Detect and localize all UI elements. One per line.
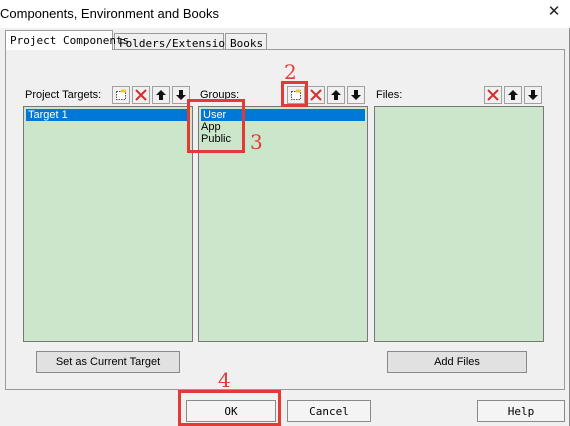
annotation-number: 3 [250, 130, 263, 154]
add-files-button[interactable]: Add Files [387, 351, 527, 373]
tab-project-components[interactable]: Project Components [5, 30, 129, 50]
ok-button[interactable]: OK [186, 400, 276, 422]
new-target-button[interactable] [112, 86, 130, 104]
targets-label: Project Targets: [25, 89, 102, 101]
delete-file-button[interactable] [484, 86, 502, 104]
window-title: Components, Environment and Books [0, 6, 219, 21]
dialog-window: Components, Environment and Books ✕ Proj… [0, 0, 570, 426]
move-up-icon [331, 90, 341, 100]
groups-label: Groups: [200, 89, 240, 101]
move-down-icon [528, 90, 538, 100]
files-label: Files: [376, 89, 403, 101]
delete-icon [310, 89, 322, 101]
annotation-number: 4 [218, 368, 231, 392]
new-group-button[interactable] [287, 86, 305, 104]
delete-icon [135, 89, 147, 101]
move-target-down-button[interactable] [172, 86, 190, 104]
list-item[interactable]: Target 1 [26, 109, 190, 121]
new-icon [116, 89, 126, 100]
annotation-number: 2 [284, 60, 297, 84]
delete-target-button[interactable] [132, 86, 150, 104]
move-up-icon [156, 90, 166, 100]
title-bar: Components, Environment and Books ✕ [0, 0, 570, 28]
move-down-icon [176, 90, 186, 100]
delete-group-button[interactable] [307, 86, 325, 104]
move-down-icon [351, 90, 361, 100]
files-list[interactable] [374, 106, 544, 342]
cancel-button[interactable]: Cancel [287, 400, 371, 422]
groups-list[interactable]: User App Public [198, 106, 368, 342]
list-item[interactable]: App [201, 121, 221, 133]
move-file-down-button[interactable] [524, 86, 542, 104]
list-item[interactable]: User [201, 109, 365, 121]
targets-list[interactable]: Target 1 [23, 106, 193, 342]
move-target-up-button[interactable] [152, 86, 170, 104]
move-group-up-button[interactable] [327, 86, 345, 104]
close-icon[interactable]: ✕ [546, 4, 562, 20]
list-item[interactable]: Public [201, 133, 231, 145]
move-group-down-button[interactable] [347, 86, 365, 104]
help-button[interactable]: Help [477, 400, 565, 422]
set-current-target-button[interactable]: Set as Current Target [36, 351, 180, 373]
delete-icon [487, 89, 499, 101]
move-up-icon [508, 90, 518, 100]
new-icon [291, 89, 301, 100]
move-file-up-button[interactable] [504, 86, 522, 104]
